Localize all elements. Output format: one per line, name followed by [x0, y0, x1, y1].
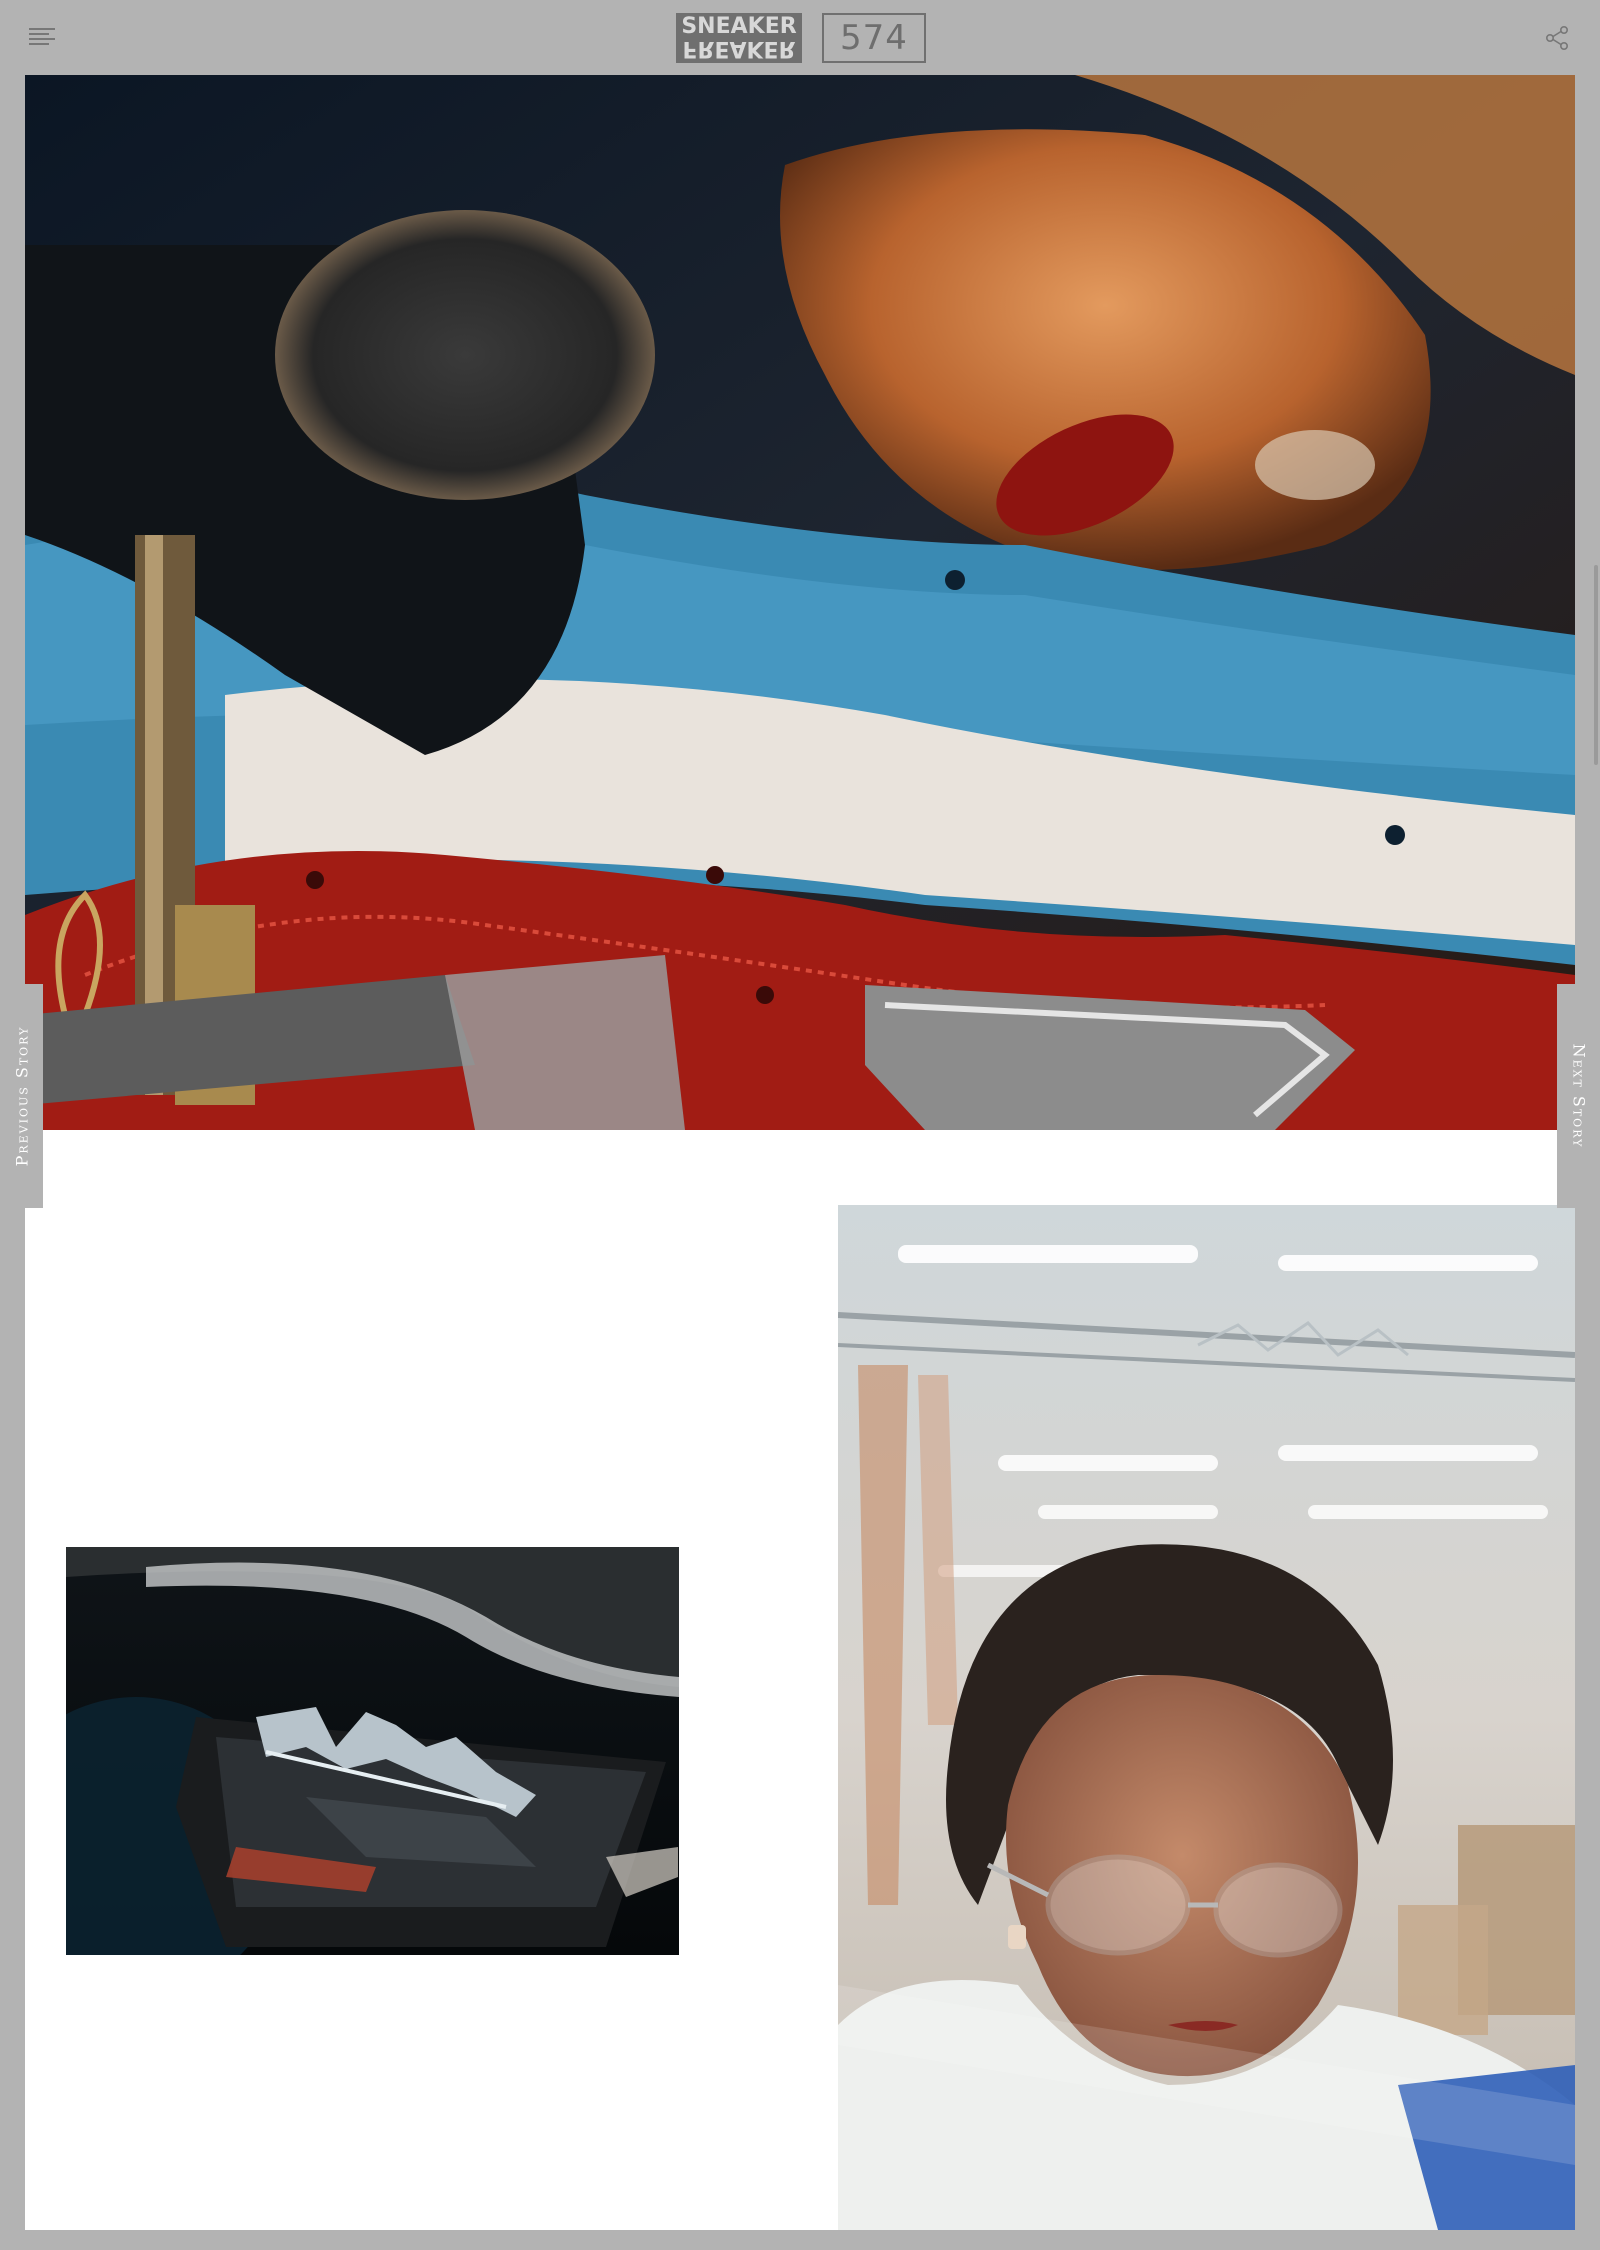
- sewing-machine-photo: [25, 75, 1575, 1130]
- issue-number: 574: [822, 13, 926, 63]
- top-bar: SNEAKER FREAKER 574: [0, 0, 1600, 75]
- share-icon[interactable]: [1543, 24, 1571, 52]
- next-story-label: Next Story: [1569, 1043, 1588, 1149]
- next-story-link[interactable]: Next Story: [1557, 984, 1600, 1208]
- scrollbar-thumb[interactable]: [1594, 565, 1598, 765]
- site-logo-link[interactable]: SNEAKER FREAKER 574: [676, 13, 926, 63]
- previous-story-link[interactable]: Previous Story: [0, 984, 43, 1208]
- factory-worker-photo: [838, 1205, 1575, 2230]
- logo-line-2: FREAKER: [682, 36, 796, 61]
- embossing-plate-photo: [66, 1547, 679, 1955]
- sneaker-freaker-logo: SNEAKER FREAKER: [676, 13, 802, 63]
- hamburger-menu-icon[interactable]: [27, 24, 57, 50]
- logo-line-1: SNEAKER: [681, 14, 797, 39]
- article-gallery: [25, 75, 1575, 2230]
- previous-story-label: Previous Story: [12, 1025, 31, 1167]
